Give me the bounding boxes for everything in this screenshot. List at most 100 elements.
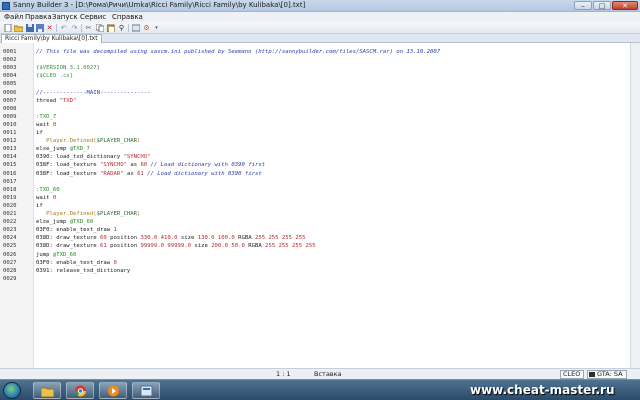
document-tab[interactable]: Ricci Family\by Kulibaka\[0].txt [1,34,102,43]
save-all-icon[interactable] [35,24,44,32]
code-editor[interactable]: 0001// This file was decompiled using sa… [0,43,640,368]
code-line[interactable]: 0026 jump @TXD_60 [0,251,620,259]
maximize-button[interactable]: □ [593,1,611,10]
taskbar-explorer[interactable] [33,382,61,399]
code-token: 60 [100,235,107,242]
code-line[interactable]: 0025 038D: draw_texture 61 position 99999… [0,242,620,250]
code-line[interactable]: 0013 else_jump @TXD_7 [0,145,620,153]
line-number: 0010 [3,121,17,128]
start-button[interactable] [3,382,21,399]
code-line[interactable]: 0016 038F: load_texture "RADAR" as 61 // … [0,170,620,178]
code-line[interactable]: 0022 else_jump @TXD_60 [0,218,620,226]
menu-run[interactable]: Запуск [52,13,78,21]
code-line[interactable]: 0011 if [0,129,620,137]
menu-bar: Файл Правка Запуск Сервис Справка [0,12,640,22]
code-line[interactable]: 0023 03F0: enable_text_draw 1 [0,226,620,234]
cut-icon[interactable]: ✂ [84,24,93,32]
run-icon[interactable]: ⚙ [142,24,151,32]
code-line[interactable]: 0020 if [0,202,620,210]
code-line[interactable]: 0006 //-------------MAIN--------------- [0,89,620,97]
code-token: 130.0 100.0 [197,235,235,242]
code-token: // This file was decompiled using sascm.… [36,49,441,55]
toolbar-separator [128,24,129,32]
code-line[interactable]: 0003 {$VERSION 3.1.0027} [0,64,620,72]
code-line[interactable]: 0007 thread "TXD" [0,97,620,105]
line-text: thread "TXD" [36,97,76,105]
code-token: "RADAR" [100,170,124,177]
minimize-button[interactable]: – [574,1,592,10]
code-line[interactable]: 0014 0390: load_txd_dictionary "SYNCHO" [0,153,620,161]
code-line[interactable]: 0029 [0,275,620,283]
taskbar-chrome[interactable] [66,382,94,399]
line-text: else_jump @TXD_60 [36,218,93,226]
line-text: :TXD_60 [36,186,60,194]
edit-mode: Вставка [314,370,342,378]
line-number: 0020 [3,202,17,209]
code-token: $PLAYER_CHAR [96,138,138,145]
vertical-scrollbar[interactable] [630,43,640,368]
menu-file[interactable]: Файл [4,13,23,21]
code-line[interactable]: 0024 038D: draw_texture 60 position 330.0… [0,234,620,242]
code-line[interactable]: 0002 [0,56,620,64]
code-token: 255 255 255 255 [254,235,306,242]
line-number: 0022 [3,219,17,226]
line-number: 0015 [3,162,17,169]
code-line[interactable]: 0009:TXD_7 [0,113,620,121]
taskbar-media[interactable] [99,382,127,399]
code-token: :TXD_60 [36,186,60,193]
code-line[interactable]: 0017 [0,178,620,186]
code-line[interactable]: 0027 03F0: enable_text_draw 0 [0,259,620,267]
save-icon[interactable] [25,24,34,32]
code-line[interactable]: 0019 wait 0 [0,194,620,202]
code-token: 038F: load_texture [36,170,100,177]
taskbar-sanny-builder[interactable] [132,382,160,399]
game-label: GTA: SA [597,370,623,378]
line-number: 0026 [3,251,17,258]
code-token: 99999.0 99999.0 [140,243,191,250]
code-token: size [190,243,212,250]
folder-icon [40,385,55,398]
open-file-icon[interactable] [13,24,24,33]
window-title: Sanny Builder 3 - [D:\Рома\Ричи\Umka\Ric… [13,1,306,9]
line-text: if [36,202,43,210]
code-token: 200.0 50.0 [211,243,245,250]
menu-tools[interactable]: Сервис [80,13,106,21]
code-line[interactable]: 0008 [0,105,620,113]
code-token: "SYNCHO" [123,154,151,161]
code-token: Player.Defined( [36,211,97,217]
line-text: 03F0: enable_text_draw 0 [36,259,117,267]
search-icon[interactable]: ⚲ [117,24,126,32]
close-file-icon[interactable]: ✕ [45,24,54,32]
code-token: @TXD_60 [69,219,94,226]
code-line[interactable]: 0001 // This file was decompiled using sa… [0,48,620,56]
close-button[interactable]: ✕ [612,1,638,10]
copy-icon[interactable] [95,23,104,33]
code-token: 0 [113,259,117,266]
line-text: 0391: release_txd_dictionary [36,267,130,275]
code-token: if [36,130,43,136]
code-line[interactable]: 0012 Player.Defined($PLAYER_CHAR) [0,137,620,145]
code-token: 0390: load_txd_dictionary [36,154,124,161]
code-line[interactable]: 0015 038F: load_texture "SYNCHO" as 60 //… [0,161,620,169]
menu-help[interactable]: Справка [112,13,143,21]
code-token: position [106,235,141,242]
tab-strip: Ricci Family\by Kulibaka\[0].txt [0,34,640,43]
menu-edit[interactable]: Правка [25,13,52,21]
line-number: 0004 [3,73,17,80]
code-line[interactable]: 0028 0391: release_txd_dictionary [0,267,620,275]
chevron-down-icon[interactable]: ▾ [152,24,161,32]
new-file-icon[interactable] [3,23,12,33]
compile-icon[interactable] [131,24,140,32]
game-selector[interactable]: GTA: SA [587,370,627,379]
code-line[interactable]: 0018:TXD_60 [0,186,620,194]
code-line[interactable]: 0004 {$CLEO .cs} [0,72,620,80]
code-token: :TXD_7 [36,113,57,120]
paste-icon[interactable] [106,24,115,33]
code-token: 1 [113,227,117,234]
mode-badge[interactable]: CLEO [560,370,584,379]
code-line[interactable]: 0021 Player.Defined($PLAYER_CHAR) [0,210,620,218]
undo-icon[interactable]: ↶ [59,24,68,32]
redo-icon[interactable]: ↷ [70,24,79,32]
code-line[interactable]: 0005 [0,80,620,88]
code-line[interactable]: 0010 wait 0 [0,121,620,129]
